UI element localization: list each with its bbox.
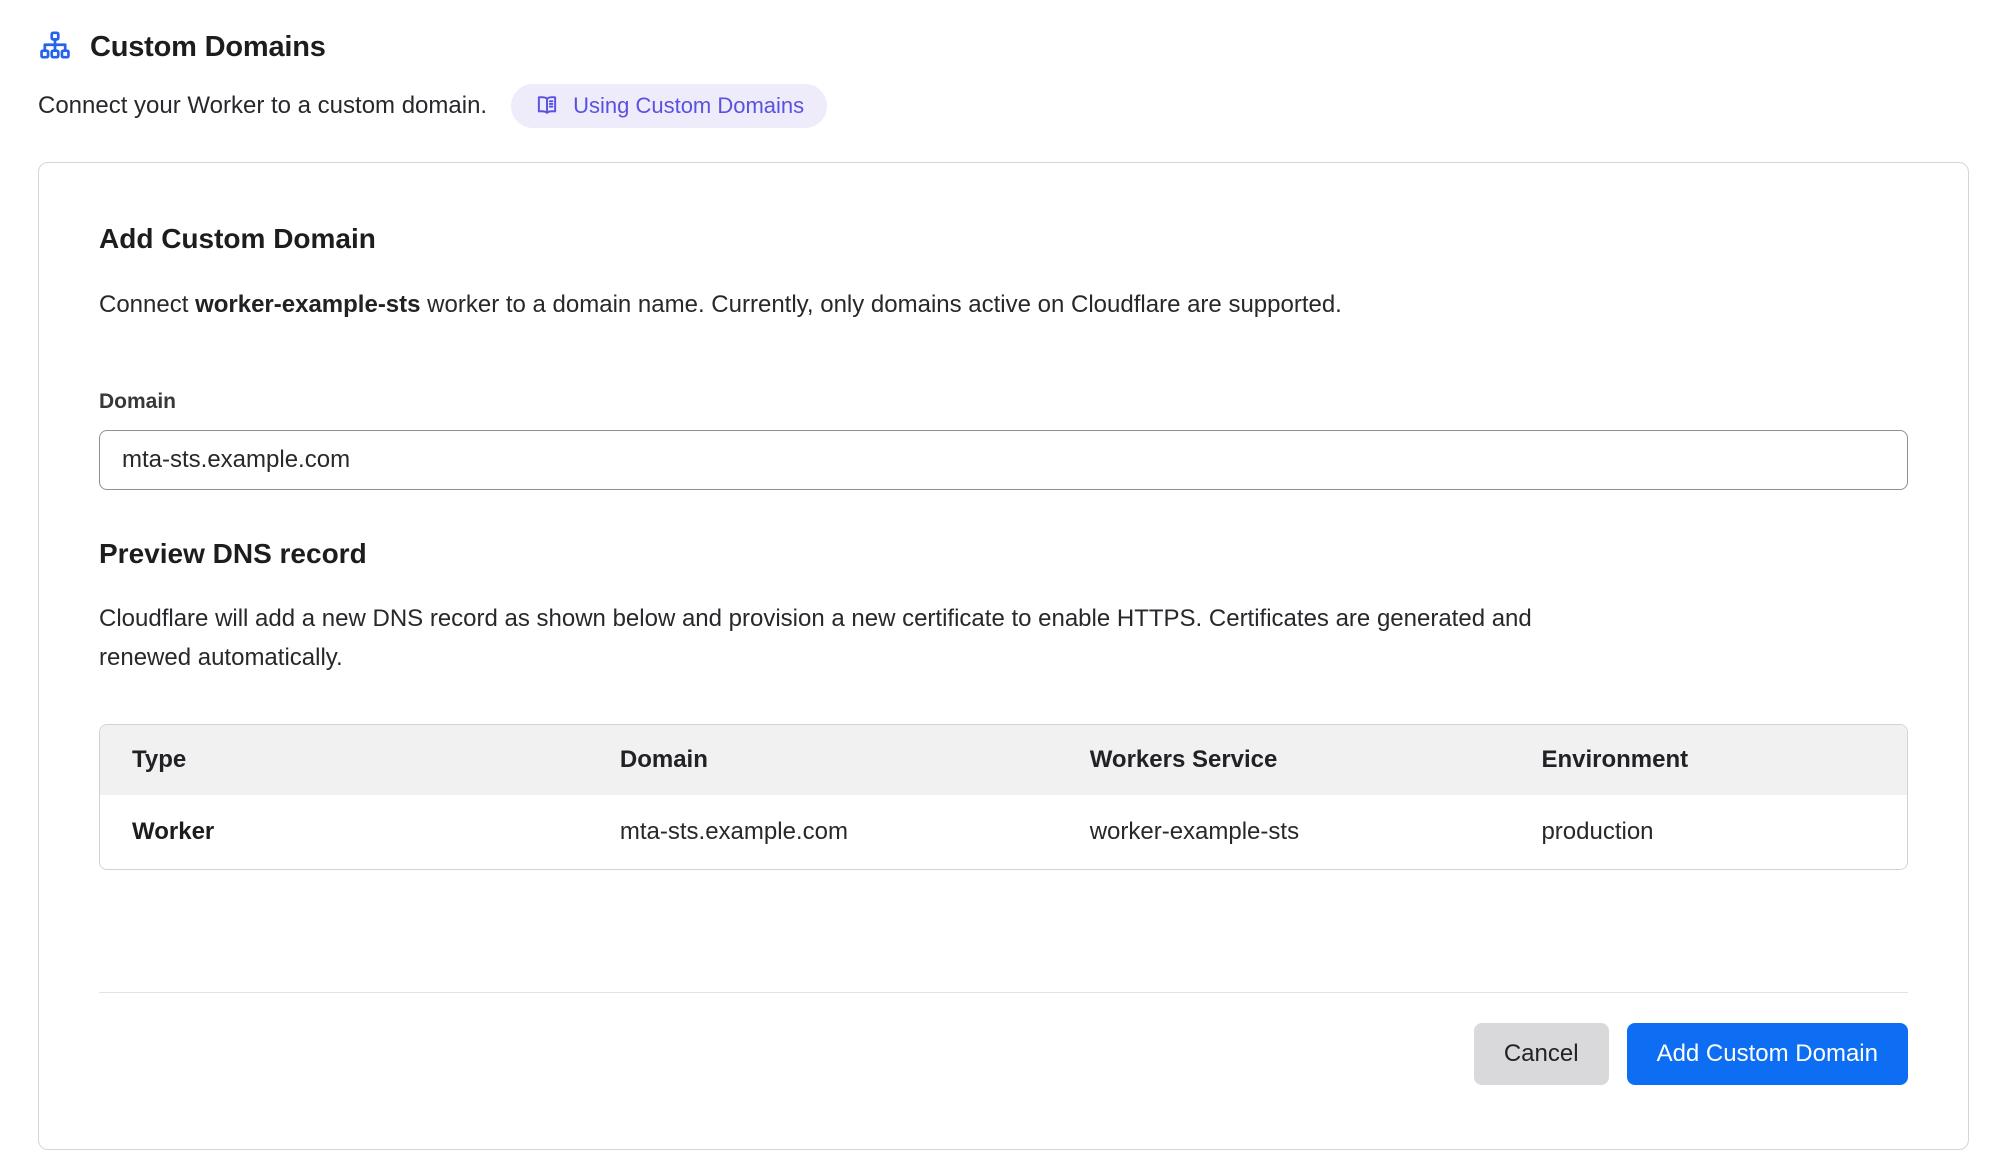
page-subtitle: Connect your Worker to a custom domain. (38, 92, 487, 120)
docs-link[interactable]: Using Custom Domains (511, 84, 827, 128)
card-actions: Cancel Add Custom Domain (99, 1023, 1908, 1085)
cancel-button[interactable]: Cancel (1474, 1023, 1609, 1085)
open-book-icon (534, 93, 560, 119)
preview-dns-heading: Preview DNS record (99, 538, 1908, 570)
col-header-domain: Domain (588, 725, 1058, 795)
card-intro: Connect worker-example-sts worker to a d… (99, 288, 1908, 322)
docs-link-label: Using Custom Domains (573, 93, 804, 119)
worker-name: worker-example-sts (195, 291, 420, 318)
add-custom-domain-card: Add Custom Domain Connect worker-example… (38, 162, 1969, 1149)
footer-divider (99, 992, 1908, 993)
add-custom-domain-button[interactable]: Add Custom Domain (1627, 1023, 1908, 1085)
cell-type: Worker (100, 795, 588, 869)
preview-dns-description: Cloudflare will add a new DNS record as … (99, 600, 1559, 678)
intro-prefix: Connect (99, 291, 195, 318)
col-header-environment: Environment (1509, 725, 1907, 795)
page-header: Custom Domains Connect your Worker to a … (38, 30, 1969, 128)
dns-preview-table: Type Domain Workers Service Environment … (99, 724, 1908, 870)
table-row: Worker mta-sts.example.com worker-exampl… (100, 795, 1907, 869)
domain-input[interactable] (99, 430, 1908, 490)
sitemap-icon (38, 30, 72, 64)
card-heading: Add Custom Domain (99, 223, 1908, 255)
col-header-workers-service: Workers Service (1058, 725, 1510, 795)
intro-suffix: worker to a domain name. Currently, only… (421, 291, 1342, 318)
cell-environment: production (1509, 795, 1907, 869)
table-header-row: Type Domain Workers Service Environment (100, 725, 1907, 795)
cell-workers-service: worker-example-sts (1058, 795, 1510, 869)
domain-label: Domain (99, 390, 1908, 414)
cell-domain: mta-sts.example.com (588, 795, 1058, 869)
page-title: Custom Domains (90, 31, 326, 64)
col-header-type: Type (100, 725, 588, 795)
